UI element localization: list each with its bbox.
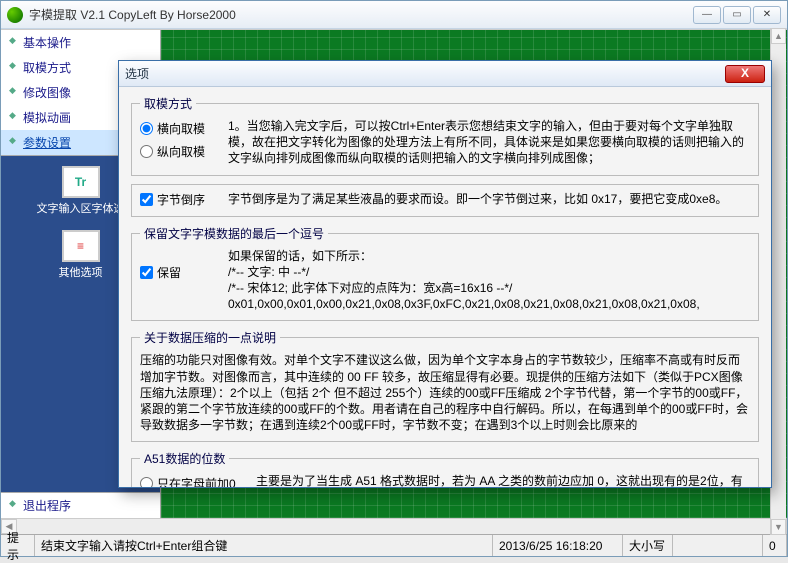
group-compression-legend: 关于数据压缩的一点说明: [140, 329, 280, 346]
scroll-up-icon[interactable]: ▲: [771, 28, 786, 44]
app-icon: [7, 7, 23, 23]
scroll-down-icon[interactable]: ▼: [771, 519, 786, 535]
horizontal-scrollbar[interactable]: ◀ ▶: [1, 518, 787, 534]
app-title: 字模提取 V2.1 CopyLeft By Horse2000: [29, 6, 693, 23]
mode-description: 1。当您输入完文字后，可以按Ctrl+Enter表示您想结束文字的输入，但由于要…: [228, 118, 750, 167]
check-byte-reverse-label: 字节倒序: [157, 191, 205, 208]
check-keep-comma-label: 保留: [157, 264, 181, 281]
group-a51: A51数据的位数 只在字母前加0 任何时候都加0 主要是为了当生成 A51 格式…: [131, 450, 759, 487]
titlebar: 字模提取 V2.1 CopyLeft By Horse2000 — ▭ ✕: [1, 1, 787, 29]
vertical-scrollbar[interactable]: ▲ ▼: [770, 28, 786, 535]
check-keep-comma-input[interactable]: [140, 266, 153, 279]
close-button[interactable]: ✕: [753, 6, 781, 24]
byte-reverse-description: 字节倒序是为了满足某些液晶的要求而设。即一个字节倒过来，比如 0x17，要把它变…: [228, 191, 750, 207]
status-datetime: 2013/6/25 16:18:20: [493, 535, 623, 556]
font-icon: Tr: [62, 166, 100, 198]
list-icon: ≡: [62, 230, 100, 262]
dialog-body: 取模方式 横向取模 纵向取模 1。当您输入完文字后，可以按Ctrl+Enter表…: [119, 87, 771, 487]
a51-description: 主要是为了当生成 A51 格式数据时，若为 AA 之类的数前边应加 0，这就出现…: [256, 473, 750, 487]
radio-vertical-label: 纵向取模: [157, 143, 205, 160]
example-line-3: /*-- 宋体12; 此字体下对应的点阵为：宽x高=16x16 --*/: [228, 280, 750, 296]
check-byte-reverse-input[interactable]: [140, 193, 153, 206]
group-compression: 关于数据压缩的一点说明 压缩的功能只对图像有效。对单个文字不建议这么做，因为单个…: [131, 329, 759, 442]
check-byte-reverse[interactable]: 字节倒序: [140, 191, 222, 208]
status-hint-text: 结束文字输入请按Ctrl+Enter组合键: [35, 535, 493, 556]
radio-horizontal-input[interactable]: [140, 122, 153, 135]
minimize-button[interactable]: —: [693, 6, 721, 24]
font-icon-label: 文字输入区字体选: [37, 200, 125, 216]
compression-text: 压缩的功能只对图像有效。对单个文字不建议这么做，因为单个文字本身占的字节数较少，…: [140, 352, 750, 433]
maximize-button[interactable]: ▭: [723, 6, 751, 24]
radio-a51-letter[interactable]: 只在字母前加0: [140, 475, 250, 487]
radio-a51-letter-input[interactable]: [140, 477, 153, 487]
dialog-titlebar: 选项 X: [119, 61, 771, 87]
status-hint-label: 提示: [1, 535, 35, 556]
status-empty: [673, 535, 763, 556]
radio-vertical-input[interactable]: [140, 145, 153, 158]
status-bar: 提示 结束文字输入请按Ctrl+Enter组合键 2013/6/25 16:18…: [1, 534, 787, 556]
options-dialog: 选项 X 取模方式 横向取模 纵向取模 1。当您输入完文字后，可以按Ctrl+E…: [118, 60, 772, 488]
dialog-title: 选项: [125, 65, 725, 82]
group-byte-reverse: 字节倒序 字节倒序是为了满足某些液晶的要求而设。即一个字节倒过来，比如 0x17…: [131, 184, 759, 217]
window-buttons: — ▭ ✕: [693, 6, 781, 24]
radio-horizontal-label: 横向取模: [157, 120, 205, 137]
example-line-2: /*-- 文字: 中 --*/: [228, 264, 750, 280]
group-keep-comma-legend: 保留文字字模数据的最后一个逗号: [140, 225, 328, 242]
radio-a51-letter-label: 只在字母前加0: [157, 475, 236, 487]
font-select-icon[interactable]: Tr 文字输入区字体选: [37, 166, 125, 216]
check-keep-comma[interactable]: 保留: [140, 248, 222, 281]
other-options-label: 其他选项: [59, 264, 103, 280]
status-num: 0: [763, 535, 787, 556]
group-mode: 取模方式 横向取模 纵向取模 1。当您输入完文字后，可以按Ctrl+Enter表…: [131, 95, 759, 176]
example-line-4: 0x01,0x00,0x01,0x00,0x21,0x08,0x3F,0xFC,…: [228, 296, 750, 312]
menu-item-exit[interactable]: 退出程序: [1, 492, 160, 518]
keep-comma-example: 如果保留的话，如下所示： /*-- 文字: 中 --*/ /*-- 宋体12; …: [228, 248, 750, 313]
status-caps: 大小写: [623, 535, 673, 556]
menu-item-basic[interactable]: 基本操作: [1, 30, 160, 55]
group-a51-legend: A51数据的位数: [140, 450, 229, 467]
dialog-close-button[interactable]: X: [725, 65, 765, 83]
group-keep-comma: 保留文字字模数据的最后一个逗号 保留 如果保留的话，如下所示： /*-- 文字:…: [131, 225, 759, 322]
other-options-icon[interactable]: ≡ 其他选项: [59, 230, 103, 280]
example-line-1: 如果保留的话，如下所示：: [228, 248, 750, 264]
radio-horizontal[interactable]: 横向取模: [140, 120, 222, 137]
radio-vertical[interactable]: 纵向取模: [140, 143, 222, 160]
group-mode-legend: 取模方式: [140, 95, 196, 112]
